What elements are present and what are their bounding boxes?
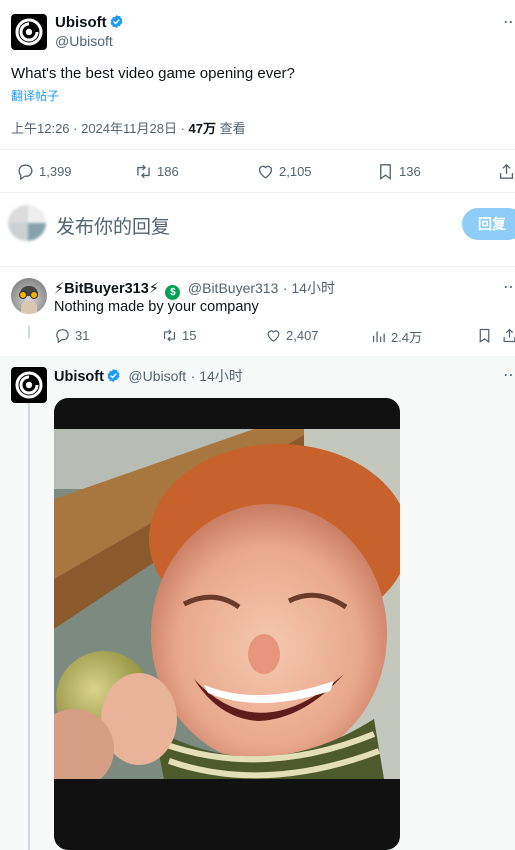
reply-author-name[interactable]: Ubisoft: [54, 369, 104, 385]
like-count: 2,407: [286, 328, 319, 343]
analytics-icon: [372, 331, 385, 343]
laughing-kid-photo: [54, 429, 400, 779]
crypto-badge-icon: $: [165, 285, 181, 300]
tweet-timestamp[interactable]: 上午12:26 · 2024年11月28日 ·: [11, 121, 189, 136]
divider: [0, 149, 515, 150]
tweet-media-image[interactable]: [54, 398, 400, 850]
reply-timestamp[interactable]: · 14小时: [283, 280, 335, 296]
bookmark-button[interactable]: 136: [376, 162, 421, 181]
reply-input[interactable]: 发布你的回复: [56, 212, 170, 239]
share-icon: [499, 163, 514, 179]
like-button[interactable]: 2,105: [256, 162, 312, 181]
reply-icon: [18, 164, 33, 181]
retweet-icon: [163, 329, 176, 342]
retweet-count: 15: [182, 328, 197, 343]
retweet-count: 186: [157, 164, 179, 179]
views-count: 47万: [188, 121, 216, 136]
author-handle[interactable]: @Ubisoft: [55, 33, 113, 49]
reply-author-handle[interactable]: @BitBuyer313: [188, 280, 278, 296]
more-options-icon[interactable]: ⋯: [503, 12, 515, 32]
reply-button[interactable]: 1,399: [16, 162, 72, 181]
bookmark-icon: [380, 164, 391, 180]
ubisoft-reply-tweet: Ubisoft @Ubisoft · 14小时 ⋯: [0, 326, 515, 850]
divider: [0, 266, 515, 267]
ubisoft-logo-icon: [15, 18, 43, 46]
author-name[interactable]: Ubisoft: [55, 14, 107, 31]
ubisoft-avatar[interactable]: [11, 14, 47, 50]
bookmark-button[interactable]: [476, 327, 493, 344]
reply-author-name[interactable]: ⚡BitBuyer313⚡: [54, 281, 159, 297]
reply-author-handle[interactable]: @Ubisoft: [128, 368, 186, 384]
divider: [0, 192, 515, 193]
tweet-meta: 上午12:26 · 2024年11月28日 · 47万 查看: [11, 118, 246, 137]
reply-button[interactable]: 31: [54, 327, 89, 344]
more-options-icon[interactable]: ⋯: [503, 365, 515, 385]
tweet-text: What's the best video game opening ever?: [11, 65, 295, 82]
like-count: 2,105: [279, 164, 312, 179]
reply-text: Nothing made by your company: [54, 299, 259, 315]
translate-link[interactable]: 翻译帖子: [11, 87, 59, 104]
like-button[interactable]: 2,407: [265, 327, 319, 344]
thread-line: [28, 326, 30, 338]
reply-submit-button[interactable]: 回复: [462, 208, 515, 240]
bookmark-icon: [479, 328, 490, 344]
share-icon: [503, 328, 515, 343]
share-button[interactable]: [497, 162, 515, 181]
retweet-button[interactable]: 186: [134, 162, 179, 181]
ubisoft-logo-icon: [15, 371, 43, 399]
views-count: 2.4万: [391, 330, 423, 345]
thread-line: [28, 401, 30, 850]
retweet-icon: [137, 164, 150, 179]
more-options-icon[interactable]: ⋯: [503, 277, 515, 297]
heart-icon: [267, 330, 280, 342]
bitbuyer-avatar[interactable]: [11, 278, 47, 314]
reply-count: 1,399: [39, 164, 72, 179]
reply-count: 31: [75, 328, 90, 343]
reply-icon: [56, 329, 69, 344]
retweet-button[interactable]: 15: [161, 327, 196, 344]
views-label: 查看: [215, 121, 246, 136]
reply-timestamp[interactable]: · 14小时: [191, 368, 243, 384]
bookmark-count: 136: [399, 164, 421, 179]
heart-icon: [258, 165, 273, 179]
verified-badge-icon: [110, 14, 123, 29]
current-user-avatar[interactable]: [8, 205, 46, 241]
views-button[interactable]: 2.4万: [370, 327, 422, 346]
verified-badge-icon: [107, 368, 120, 383]
share-button[interactable]: [501, 327, 515, 344]
ubisoft-avatar[interactable]: [11, 367, 47, 403]
